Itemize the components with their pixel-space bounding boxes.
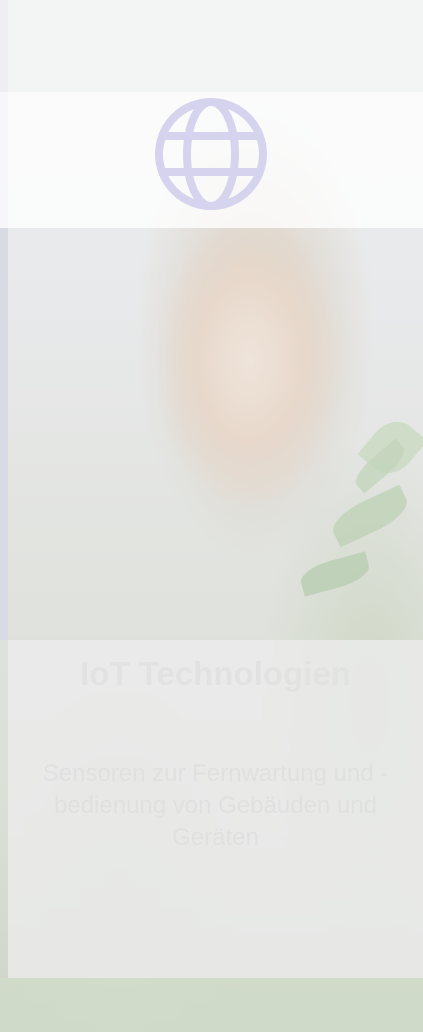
card-description: Sensoren zur Fernwartung und -bedienung … [42, 760, 389, 851]
globe-icon [155, 98, 267, 210]
card-title: IoT Technologien [80, 655, 351, 692]
bottom-strip [0, 978, 423, 1032]
leaf-shape [297, 551, 373, 597]
leaf-shape [326, 484, 414, 548]
top-strip [0, 0, 423, 92]
iot-technology-card[interactable]: IoT Technologien Sensoren zur Fernwartun… [0, 0, 423, 1032]
